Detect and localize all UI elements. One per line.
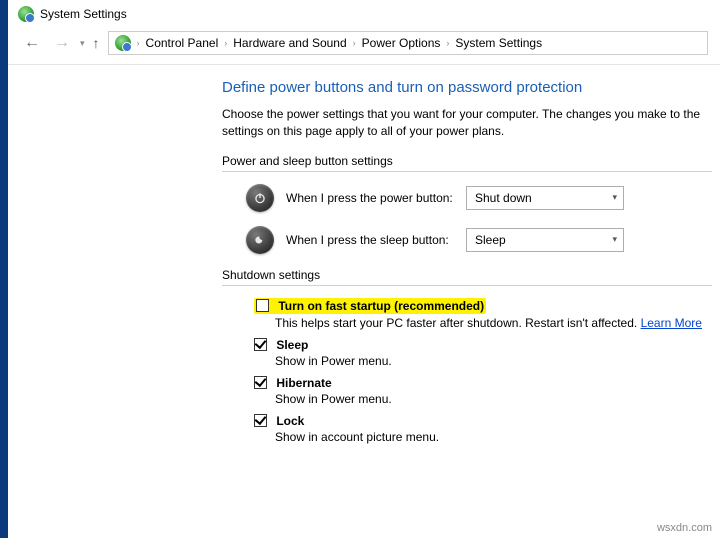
fast-startup-row: Turn on fast startup (recommended) — [254, 298, 486, 314]
up-button[interactable]: ↑ — [93, 35, 100, 51]
section-header-shutdown: Shutdown settings — [222, 268, 712, 286]
power-icon — [246, 184, 274, 212]
power-button-action-combo[interactable]: Shut down ▾ — [466, 186, 624, 210]
sleep-label: Sleep — [276, 338, 308, 352]
sleep-icon — [246, 226, 274, 254]
nav-toolbar: ← → ▾ ↑ › Control Panel › Hardware and S… — [0, 26, 720, 60]
fast-startup-label: Turn on fast startup (recommended) — [278, 299, 484, 313]
section-header-buttons: Power and sleep button settings — [222, 154, 712, 172]
titlebar: System Settings — [0, 0, 720, 26]
power-button-label: When I press the power button: — [286, 191, 466, 205]
crumb-power-options[interactable]: Power Options — [358, 34, 445, 52]
fast-startup-checkbox[interactable] — [256, 299, 269, 312]
watermark: wsxdn.com — [657, 522, 712, 534]
power-button-row: When I press the power button: Shut down… — [222, 184, 720, 212]
chevron-right-icon[interactable]: › — [444, 38, 451, 48]
control-panel-icon — [18, 6, 34, 22]
hibernate-row: Hibernate — [254, 376, 712, 390]
window-title: System Settings — [40, 7, 127, 21]
sleep-button-label: When I press the sleep button: — [286, 233, 466, 247]
combo-value: Sleep — [475, 233, 506, 247]
combo-value: Shut down — [475, 191, 532, 205]
recent-locations-dropdown[interactable]: ▾ — [78, 38, 87, 49]
chevron-right-icon[interactable]: › — [135, 38, 142, 48]
chevron-right-icon[interactable]: › — [351, 38, 358, 48]
sleep-checkbox[interactable] — [254, 338, 267, 351]
crumb-system-settings[interactable]: System Settings — [451, 34, 546, 52]
lock-row: Lock — [254, 414, 712, 428]
chevron-down-icon: ▾ — [612, 234, 617, 245]
address-bar[interactable]: › Control Panel › Hardware and Sound › P… — [108, 31, 708, 55]
chevron-down-icon: ▾ — [612, 192, 617, 203]
hibernate-desc: Show in Power menu. — [275, 392, 712, 406]
learn-more-link[interactable]: Learn More — [641, 316, 702, 330]
control-panel-icon — [115, 35, 131, 51]
sleep-button-action-combo[interactable]: Sleep ▾ — [466, 228, 624, 252]
lock-desc: Show in account picture menu. — [275, 430, 712, 444]
back-button[interactable]: ← — [18, 32, 46, 54]
lock-label: Lock — [276, 414, 304, 428]
crumb-control-panel[interactable]: Control Panel — [142, 34, 223, 52]
lock-checkbox[interactable] — [254, 414, 267, 427]
forward-button[interactable]: → — [48, 32, 76, 54]
hibernate-checkbox[interactable] — [254, 376, 267, 389]
sleep-row: Sleep — [254, 338, 712, 352]
crumb-hardware-sound[interactable]: Hardware and Sound — [229, 34, 350, 52]
content-pane: Define power buttons and turn on passwor… — [0, 65, 720, 444]
sleep-button-row: When I press the sleep button: Sleep ▾ — [222, 226, 720, 254]
hibernate-label: Hibernate — [276, 376, 331, 390]
fast-startup-desc: This helps start your PC faster after sh… — [275, 316, 712, 330]
page-description: Choose the power settings that you want … — [222, 106, 720, 140]
chevron-right-icon[interactable]: › — [222, 38, 229, 48]
page-title: Define power buttons and turn on passwor… — [222, 79, 720, 96]
sleep-desc: Show in Power menu. — [275, 354, 712, 368]
